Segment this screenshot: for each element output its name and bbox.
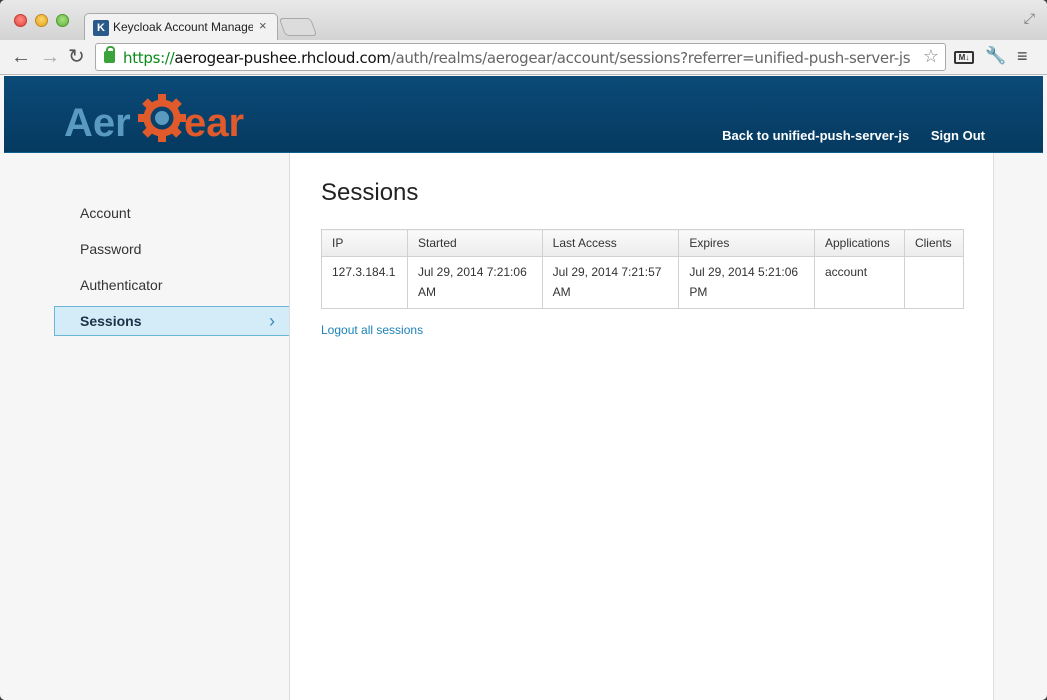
column-header-last-access: Last Access: [541, 229, 680, 257]
sidebar-item-account[interactable]: Account: [54, 198, 289, 228]
logo-text-right: ear: [184, 101, 244, 145]
sign-out-link[interactable]: Sign Out: [931, 128, 985, 143]
back-arrow-icon[interactable]: ←: [11, 45, 31, 69]
new-tab-button[interactable]: [278, 18, 318, 36]
url-host: aerogear-pushee.rhcloud.com: [174, 49, 391, 67]
url-path: /auth/realms/aerogear/account/sessions?r…: [390, 49, 911, 67]
tab-close-icon[interactable]: ×: [259, 18, 267, 33]
page-header: Aer ear Back to unified-push-server-js S…: [4, 76, 1043, 153]
bookmark-star-icon[interactable]: ☆: [923, 46, 939, 67]
sidebar-item-sessions[interactable]: Sessions ›: [54, 306, 289, 336]
sidebar-item-label: Authenticator: [80, 277, 163, 293]
back-to-app-link[interactable]: Back to unified-push-server-js: [722, 128, 909, 143]
sidebar-item-label: Password: [80, 241, 142, 257]
browser-toolbar: ← → ↻ https://aerogear-pushee.rhcloud.co…: [0, 40, 1047, 75]
url-scheme: https://: [123, 49, 175, 67]
window-maximize-button[interactable]: [56, 14, 69, 27]
browser-window: K Keycloak Account Manager × ⤢ ← → ↻ htt…: [0, 0, 1047, 700]
column-header-ip: IP: [321, 229, 408, 257]
cell-expires: Jul 29, 2014 5:21:06 PM: [678, 256, 815, 309]
column-header-expires: Expires: [678, 229, 815, 257]
cell-clients: [903, 256, 965, 309]
tab-title: Keycloak Account Manager: [113, 20, 253, 34]
aerogear-logo: Aer ear: [64, 94, 244, 145]
table-header-row: IP Started Last Access Expires Applicati…: [321, 229, 965, 257]
page: Aer ear Back to unified-push-server-js S…: [4, 76, 1043, 700]
reload-icon[interactable]: ↻: [68, 45, 85, 69]
address-bar[interactable]: https://aerogear-pushee.rhcloud.com/auth…: [95, 43, 946, 71]
fullscreen-icon[interactable]: ⤢: [1024, 10, 1035, 27]
tab-strip: K Keycloak Account Manager × ⤢: [0, 0, 1047, 40]
lock-icon: [104, 46, 115, 63]
sidebar: Account Password Authenticator Sessions …: [4, 153, 289, 700]
table-row: 127.3.184.1 Jul 29, 2014 7:21:06 AM Jul …: [321, 256, 965, 309]
cell-ip: 127.3.184.1: [321, 256, 408, 309]
menu-hamburger-icon[interactable]: ≡: [1017, 46, 1028, 67]
forward-arrow-icon[interactable]: →: [40, 45, 60, 69]
cell-last-access: Jul 29, 2014 7:21:57 AM: [541, 256, 680, 309]
sidebar-item-label: Sessions: [80, 313, 142, 329]
sidebar-item-password[interactable]: Password: [54, 234, 289, 264]
sessions-table: IP Started Last Access Expires Applicati…: [321, 229, 965, 309]
header-nav: Back to unified-push-server-js Sign Out: [704, 128, 985, 143]
column-header-applications: Applications: [814, 229, 905, 257]
column-header-started: Started: [406, 229, 543, 257]
keycloak-favicon-icon: K: [93, 20, 109, 36]
wrench-icon[interactable]: 🔧: [985, 46, 1006, 66]
browser-tab[interactable]: K Keycloak Account Manager ×: [84, 13, 278, 40]
window-close-button[interactable]: [14, 14, 27, 27]
main-content: Sessions IP Started Last Access Expires …: [289, 153, 994, 700]
sidebar-item-authenticator[interactable]: Authenticator: [54, 270, 289, 300]
page-title: Sessions: [321, 179, 419, 206]
sidebar-item-label: Account: [80, 205, 131, 221]
cell-started: Jul 29, 2014 7:21:06 AM: [406, 256, 543, 309]
markdown-extension-icon[interactable]: M↓: [954, 51, 974, 64]
cell-applications: account: [814, 256, 905, 309]
column-header-clients: Clients: [903, 229, 965, 257]
logo-text-left: Aer: [64, 101, 131, 145]
url-text[interactable]: https://aerogear-pushee.rhcloud.com/auth…: [123, 49, 911, 67]
gear-icon: [138, 94, 186, 142]
window-minimize-button[interactable]: [35, 14, 48, 27]
chevron-right-icon: ›: [269, 311, 275, 331]
logout-all-sessions-link[interactable]: Logout all sessions: [321, 323, 423, 337]
